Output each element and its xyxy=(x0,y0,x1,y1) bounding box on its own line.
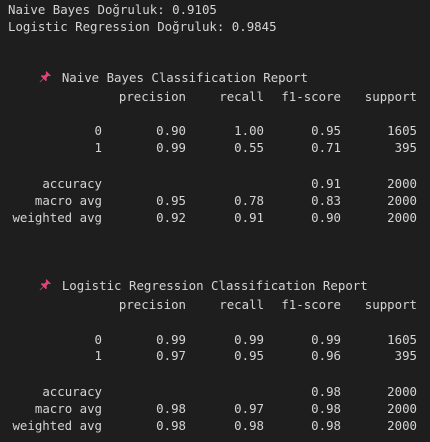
nb-summary-f1: 0.90 xyxy=(311,210,341,225)
pushpin-icon xyxy=(39,279,51,291)
lr-header-f1: f1-score xyxy=(281,297,341,312)
lr-summary-support: 2000 xyxy=(387,418,417,433)
nb-row-support: 1605 xyxy=(387,123,417,138)
lr-report-title: Logistic Regression Classification Repor… xyxy=(8,260,368,293)
nb-row-recall: 0.55 xyxy=(234,140,264,155)
nb-summary-label: macro avg xyxy=(34,193,102,208)
lr-row-precision: 0.97 xyxy=(156,348,186,363)
nb-summary-recall: 0.78 xyxy=(234,193,264,208)
nb-row-support: 395 xyxy=(394,140,417,155)
nb-summary-label: weighted avg xyxy=(12,210,102,225)
lr-row-precision: 0.99 xyxy=(156,332,186,347)
nb-header-f1: f1-score xyxy=(281,89,341,104)
nb-row-f1: 0.71 xyxy=(311,140,341,155)
lr-row-support: 1605 xyxy=(387,332,417,347)
nb-row-precision: 0.90 xyxy=(156,123,186,138)
nb-accuracy-line: Naive Bayes Doğruluk: 0.9105 xyxy=(8,2,217,17)
nb-summary-f1: 0.91 xyxy=(311,176,341,191)
lr-header-precision: precision xyxy=(118,297,186,312)
lr-row-label: 1 xyxy=(94,348,102,363)
nb-header-support: support xyxy=(364,89,417,104)
nb-summary-f1: 0.83 xyxy=(311,193,341,208)
nb-row-label: 1 xyxy=(94,140,102,155)
nb-summary-label: accuracy xyxy=(42,176,102,191)
nb-summary-support: 2000 xyxy=(387,176,417,191)
lr-summary-recall: 0.98 xyxy=(234,418,264,433)
lr-summary-f1: 0.98 xyxy=(311,384,341,399)
nb-header-precision: precision xyxy=(118,89,186,104)
lr-accuracy-line: Logistic Regression Doğruluk: 0.9845 xyxy=(8,19,277,34)
lr-row-label: 0 xyxy=(94,332,102,347)
lr-summary-recall: 0.97 xyxy=(234,401,264,416)
lr-summary-label: accuracy xyxy=(42,384,102,399)
nb-row-label: 0 xyxy=(94,123,102,138)
nb-summary-precision: 0.95 xyxy=(156,193,186,208)
lr-summary-label: weighted avg xyxy=(12,418,102,433)
nb-report-title-text: Naive Bayes Classification Report xyxy=(61,70,309,85)
lr-summary-label: macro avg xyxy=(34,401,102,416)
lr-row-support: 395 xyxy=(394,348,417,363)
lr-row-recall: 0.99 xyxy=(234,332,264,347)
nb-row-recall: 1.00 xyxy=(234,123,264,138)
lr-row-f1: 0.96 xyxy=(311,348,341,363)
nb-summary-precision: 0.92 xyxy=(156,210,186,225)
nb-header-recall: recall xyxy=(219,89,264,104)
lr-summary-support: 2000 xyxy=(387,401,417,416)
lr-summary-f1: 0.98 xyxy=(311,418,341,433)
lr-report-title-text: Logistic Regression Classification Repor… xyxy=(61,278,368,293)
pushpin-icon xyxy=(39,71,51,83)
lr-summary-precision: 0.98 xyxy=(156,401,186,416)
nb-summary-recall: 0.91 xyxy=(234,210,264,225)
lr-summary-precision: 0.98 xyxy=(156,418,186,433)
nb-summary-support: 2000 xyxy=(387,210,417,225)
lr-summary-support: 2000 xyxy=(387,384,417,399)
nb-report-title: Naive Bayes Classification Report xyxy=(8,52,308,85)
lr-header-recall: recall xyxy=(219,297,264,312)
nb-row-f1: 0.95 xyxy=(311,123,341,138)
nb-row-precision: 0.99 xyxy=(156,140,186,155)
lr-header-support: support xyxy=(364,297,417,312)
lr-row-recall: 0.95 xyxy=(234,348,264,363)
lr-summary-f1: 0.98 xyxy=(311,401,341,416)
nb-summary-support: 2000 xyxy=(387,193,417,208)
lr-row-f1: 0.99 xyxy=(311,332,341,347)
